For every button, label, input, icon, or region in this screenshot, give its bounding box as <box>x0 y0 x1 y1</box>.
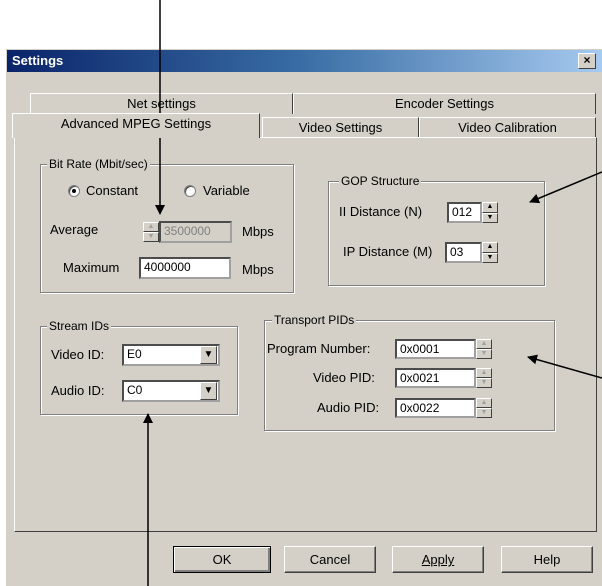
tab-advanced-mpeg-settings[interactable]: Advanced MPEG Settings <box>12 113 260 138</box>
annotation-arrows <box>143 0 602 586</box>
tab-label: Advanced MPEG Settings <box>60 116 212 131</box>
arrow-to-gop <box>529 171 602 204</box>
arrow-to-transport <box>527 354 602 379</box>
